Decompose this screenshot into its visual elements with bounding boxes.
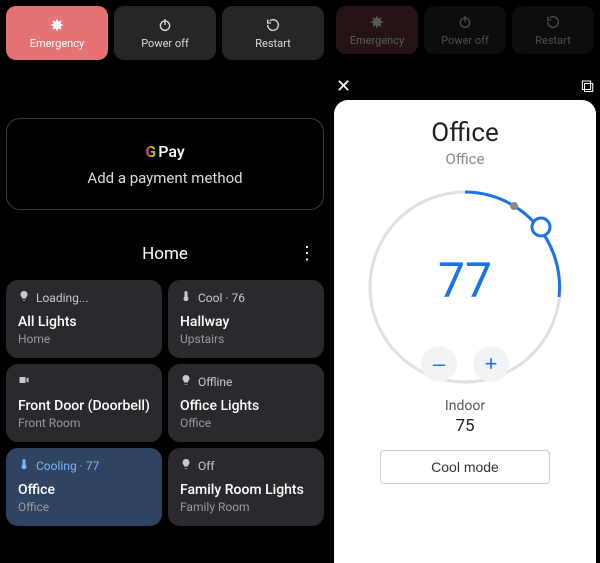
power-button-row-dimmed: Emergency Power off Restart: [330, 0, 600, 54]
open-external-icon[interactable]: ⧉: [581, 76, 594, 100]
device-grid: Loading... All LightsHome Cool · 76 Hallway…: [6, 280, 324, 526]
tile-sub: Upstairs: [180, 332, 312, 346]
temp-stepper: – +: [360, 346, 570, 382]
tile-status-row: Cooling · 77: [18, 458, 150, 473]
tile-status: Loading...: [36, 291, 88, 305]
tile-status-row: Off: [180, 458, 312, 473]
home-title[interactable]: Home: [142, 244, 188, 264]
gpay-card[interactable]: G Pay Add a payment method: [6, 118, 324, 210]
emergency-icon: [49, 17, 65, 33]
tile-status-row: Loading...: [18, 290, 150, 305]
tile-sub: Family Room: [180, 500, 312, 514]
tile-name: Front Door (Doorbell): [18, 398, 150, 415]
gpay-text: Pay: [158, 142, 184, 161]
device-tile[interactable]: Front Door (Doorbell)Front Room: [6, 364, 162, 442]
tile-name: Office: [18, 482, 150, 499]
power-off-label: Power off: [141, 37, 189, 50]
tile-status: Cooling · 77: [36, 459, 99, 473]
emergency-label: Emergency: [30, 37, 84, 50]
camera-icon: [18, 374, 30, 389]
tile-sub: Office: [180, 416, 312, 430]
indoor-value: 75: [455, 416, 474, 436]
emergency-button[interactable]: Emergency: [6, 6, 108, 60]
thermostat-sheet: Office Office 77 – + Indoor 75 Cool mode: [334, 100, 596, 563]
sheet-toolbar: ✕ ⧉: [330, 76, 600, 100]
thermo-icon: [18, 458, 30, 473]
emergency-icon: [369, 14, 385, 30]
thermostat-dial[interactable]: 77 – +: [360, 182, 570, 392]
tile-text: Office LightsOffice: [180, 398, 312, 430]
power-icon: [157, 17, 173, 33]
restart-button-dimmed: Restart: [512, 6, 594, 54]
tile-name: Hallway: [180, 314, 312, 331]
device-tile[interactable]: Cool · 76 HallwayUpstairs: [168, 280, 324, 358]
thermo-icon: [180, 290, 192, 305]
gpay-cta: Add a payment method: [87, 169, 242, 187]
tile-text: Family Room LightsFamily Room: [180, 482, 312, 514]
tile-status-row: [18, 374, 150, 389]
bulb-icon: [180, 458, 192, 473]
power-off-button-dimmed: Power off: [424, 6, 506, 54]
indoor-label: Indoor: [445, 398, 485, 414]
restart-button[interactable]: Restart: [222, 6, 324, 60]
tile-name: All Lights: [18, 314, 150, 331]
bulb-icon: [180, 374, 192, 389]
home-header: Home ⋮: [6, 244, 324, 264]
tile-status: Cool · 76: [198, 291, 245, 305]
tile-status-row: Cool · 76: [180, 290, 312, 305]
power-menu-panel: Emergency Power off Restart G Pay Add a …: [0, 0, 330, 563]
power-button-row: Emergency Power off Restart: [6, 6, 324, 60]
mode-button[interactable]: Cool mode: [380, 450, 550, 484]
device-tile[interactable]: Off Family Room LightsFamily Room: [168, 448, 324, 526]
restart-icon: [265, 17, 281, 33]
tile-text: HallwayUpstairs: [180, 314, 312, 346]
device-tile[interactable]: Cooling · 77 OfficeOffice: [6, 448, 162, 526]
tile-status: Offline: [198, 375, 232, 389]
gpay-logo: G Pay: [145, 142, 184, 161]
tile-name: Office Lights: [180, 398, 312, 415]
temp-minus-button[interactable]: –: [421, 346, 457, 382]
restart-icon: [545, 14, 561, 30]
tile-sub: Home: [18, 332, 150, 346]
power-off-button[interactable]: Power off: [114, 6, 216, 60]
device-tile[interactable]: Offline Office LightsOffice: [168, 364, 324, 442]
gpay-g: G: [145, 142, 156, 161]
emergency-button-dimmed: Emergency: [336, 6, 418, 54]
restart-label: Restart: [255, 37, 290, 50]
device-tile[interactable]: Loading... All LightsHome: [6, 280, 162, 358]
tile-text: Front Door (Doorbell)Front Room: [18, 398, 150, 430]
tile-sub: Front Room: [18, 416, 150, 430]
thermostat-title: Office: [431, 118, 498, 148]
tile-status-row: Offline: [180, 374, 312, 389]
tile-sub: Office: [18, 500, 150, 514]
close-icon[interactable]: ✕: [336, 76, 351, 100]
tile-name: Family Room Lights: [180, 482, 312, 499]
bulb-icon: [18, 290, 30, 305]
temp-plus-button[interactable]: +: [473, 346, 509, 382]
tile-text: OfficeOffice: [18, 482, 150, 514]
setpoint-value: 77: [360, 252, 570, 309]
tile-text: All LightsHome: [18, 314, 150, 346]
thermostat-room: Office: [446, 150, 485, 168]
tile-status: Off: [198, 459, 215, 473]
power-icon: [457, 14, 473, 30]
thermostat-panel: Emergency Power off Restart ✕ ⧉ Office O…: [330, 0, 600, 563]
